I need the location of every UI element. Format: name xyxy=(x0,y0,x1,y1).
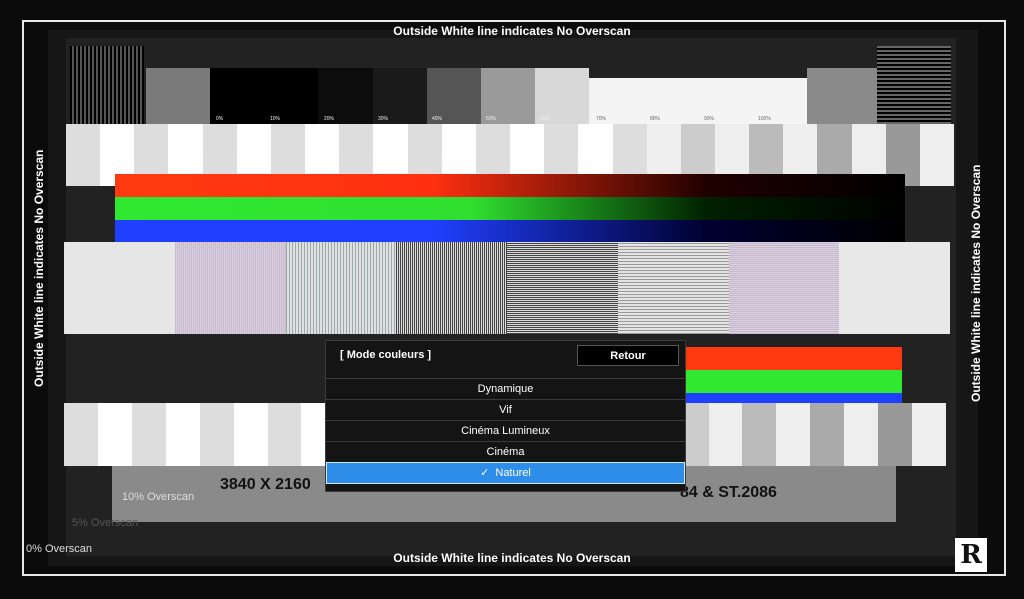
color-mode-list: Dynamique Vif Cinéma Lumineux Cinéma ✓ Na… xyxy=(326,378,685,484)
right-overscan-label: Outside White line indicates No Overscan xyxy=(969,164,983,402)
menu-item-vif[interactable]: Vif xyxy=(326,399,685,420)
menu-item-label: Cinéma Lumineux xyxy=(461,425,550,437)
left-overscan-label: Outside White line indicates No Overscan xyxy=(32,149,46,387)
brand-logo: R xyxy=(955,538,987,572)
menu-title: [ Mode couleurs ] xyxy=(340,349,432,361)
no-overscan-frame xyxy=(22,20,1006,576)
menu-item-label: Cinéma xyxy=(486,446,525,458)
back-button[interactable]: Retour xyxy=(577,345,679,366)
menu-item-dynamique[interactable]: Dynamique xyxy=(326,378,685,399)
color-mode-menu: [ Mode couleurs ] Retour Dynamique Vif C… xyxy=(325,340,686,492)
bottom-overscan-label: Outside White line indicates No Overscan xyxy=(393,551,631,565)
menu-item-cinema-lumineux[interactable]: Cinéma Lumineux xyxy=(326,420,685,441)
menu-item-cinema[interactable]: Cinéma xyxy=(326,441,685,462)
menu-item-naturel[interactable]: ✓ Naturel xyxy=(326,462,685,484)
checkmark-icon: ✓ xyxy=(480,467,490,479)
menu-item-label: Dynamique xyxy=(477,383,534,395)
menu-item-label: Vif xyxy=(499,404,512,416)
top-overscan-label: Outside White line indicates No Overscan xyxy=(393,24,631,38)
menu-item-label: Naturel xyxy=(495,467,531,479)
